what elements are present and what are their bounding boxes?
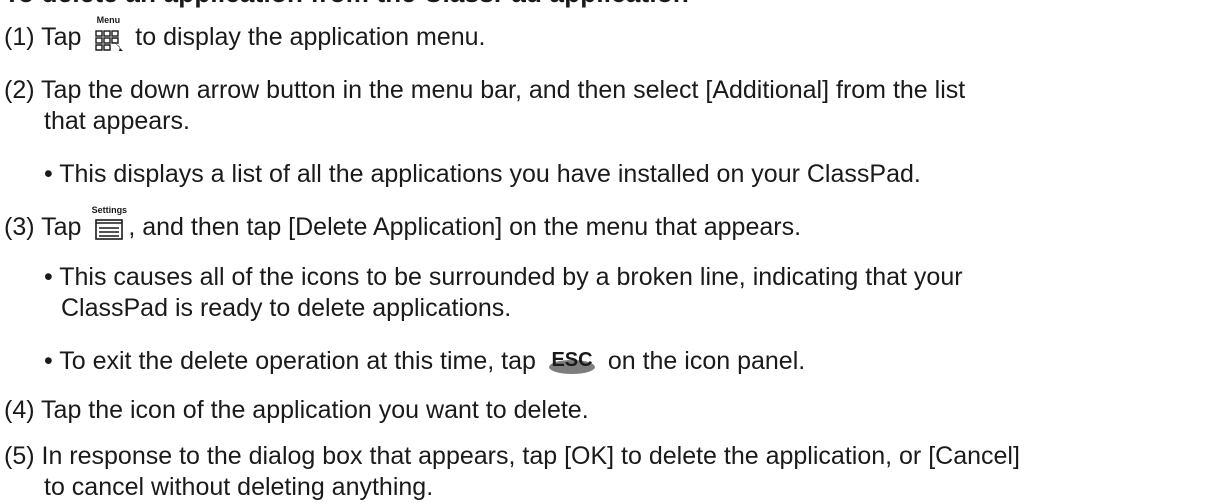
step-5-line-1: (5) In response to the dialog box that a… <box>4 442 1020 470</box>
step-3-text-before: Tap <box>41 213 82 241</box>
step-2-bullet: • This displays a list of all the applic… <box>44 160 921 188</box>
step-3: (3) Tap Settings , and then tap [Delete … <box>4 205 802 242</box>
step-1: (1) Tap Menu to display the application … <box>4 15 486 52</box>
esc-key-icon: ESC <box>547 346 597 376</box>
step-3-number: (3) <box>4 213 35 241</box>
step-3-text-after: , and then tap [Delete Application] on t… <box>128 213 802 241</box>
step-3-bullet-2-text-before: • To exit the delete operation at this t… <box>44 347 536 375</box>
document-page: To delete an application from the ClassP… <box>0 0 1226 503</box>
step-4: (4) Tap the icon of the application you … <box>4 396 589 424</box>
step-5-line-2: to cancel without deleting anything. <box>44 473 434 501</box>
step-1-text-before: Tap <box>41 23 82 51</box>
step-3-bullet-2-text-after: on the icon panel. <box>607 347 806 375</box>
step-3-bullet-1-line-1: • This causes all of the icons to be sur… <box>44 263 963 291</box>
step-2-line-2: that appears. <box>44 107 190 135</box>
menu-icon-caption: Menu <box>96 15 121 25</box>
step-1-number: (1) <box>4 23 35 51</box>
menu-icon: Menu <box>90 15 126 52</box>
settings-icon: Settings <box>90 205 128 242</box>
settings-icon-caption: Settings <box>91 205 128 215</box>
step-1-text-after: to display the application menu. <box>135 23 486 51</box>
step-3-bullet-2: • To exit the delete operation at this t… <box>44 346 805 376</box>
step-3-bullet-1-line-2: ClassPad is ready to delete applications… <box>61 294 512 322</box>
esc-key-label: ESC <box>551 349 592 371</box>
section-heading: To delete an application from the ClassP… <box>4 0 689 9</box>
step-2-line-1: (2) Tap the down arrow button in the men… <box>4 76 966 104</box>
